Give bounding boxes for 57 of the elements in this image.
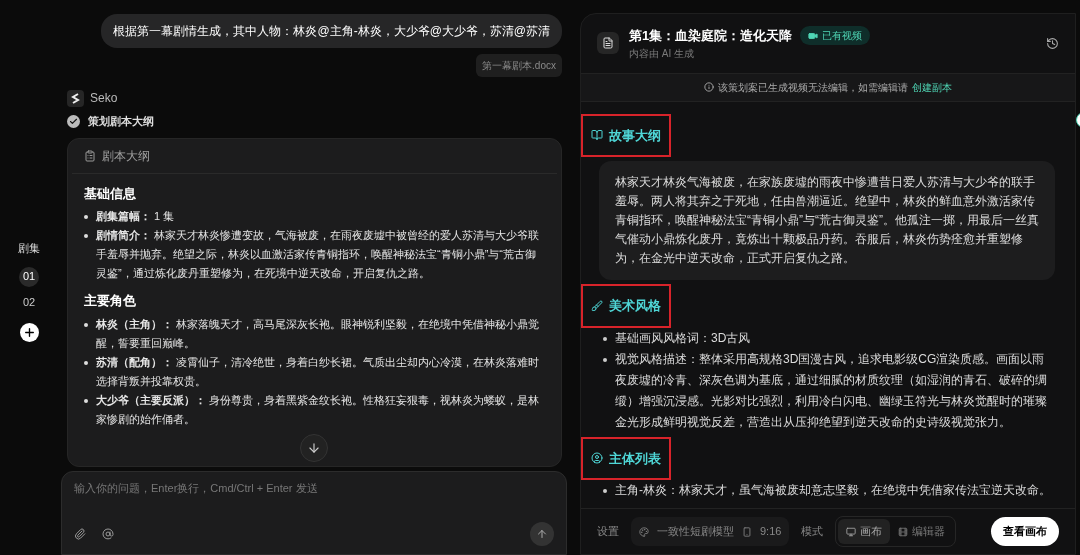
section-heading: 美术风格 bbox=[609, 297, 661, 315]
add-episode-button[interactable] bbox=[19, 322, 39, 342]
model-icon bbox=[639, 526, 649, 537]
section-heading: 主要角色 bbox=[84, 292, 137, 310]
section-heading: 基础信息 bbox=[84, 184, 137, 203]
model-name: 一致性短剧模型 bbox=[657, 524, 734, 540]
section-icon bbox=[591, 299, 603, 312]
sidebar-title: 剧集 bbox=[18, 241, 40, 256]
outline-item: 剧集篇幅： 1 集 bbox=[96, 209, 175, 224]
user-message: 根据第一幕剧情生成，其中人物：林炎@主角-林炎，大少爷@大少爷，苏清@苏清 bbox=[101, 14, 562, 48]
view-canvas-button[interactable]: 查看画布 bbox=[991, 517, 1059, 546]
at-sign-icon[interactable] bbox=[102, 528, 114, 540]
list-item: 主角-林炎：林家天才，虽气海被废却意志坚毅，在绝境中凭借家传法宝逆天改命。 bbox=[615, 482, 1051, 499]
arrow-up-icon bbox=[536, 528, 548, 540]
paperclip-icon[interactable] bbox=[74, 528, 86, 540]
settings-label: 设置 bbox=[597, 524, 619, 540]
assistant-name: Seko bbox=[90, 90, 118, 107]
message-input[interactable]: 输入你的问题，Enter换行，Cmd/Ctrl + Enter 发送 bbox=[61, 471, 567, 555]
section-icon bbox=[591, 129, 603, 142]
section-heading: 主体列表 bbox=[609, 449, 661, 468]
mode-label: 模式 bbox=[801, 524, 824, 540]
summary-text: 林家天才林炎气海被废，在家族废墟的雨夜中惨遭昔日爱人苏清与大少爷的联手羞辱。两人将其弃之于死地，任由兽潮逼近。绝望中，林炎的鲜血意外激活家传青铜指环，唤醒神秘法宝“青铜小鼎”与“荒古御灵鉴”。他孤注一掷，用最后一丝真气催动小鼎炼化废丹，竟炼出十颗极品丹药。吞服后，林炎伤势痊愈并重塑修为，在金光中逆天改命，正式开启复仇之路。 bbox=[599, 161, 1055, 280]
info-icon bbox=[704, 82, 714, 92]
outline-item: 大少爷（主要反派）： 身份尊贵，身着黑紫金纹长袍。性格狂妄狠毒，视林炎为蝼蚁，是林家惨剧的始作俑者。 bbox=[96, 392, 541, 427]
episode-tab[interactable]: 02 bbox=[19, 292, 39, 313]
panel-subtitle: 内容由 AI 生成 bbox=[629, 46, 695, 61]
panel-title: 第1集：血染庭院：造化天降 bbox=[629, 27, 793, 45]
clipboard-icon bbox=[84, 149, 96, 162]
history-icon[interactable] bbox=[1046, 36, 1059, 50]
list-item: 基础画风风格词：3D古风 bbox=[615, 329, 751, 347]
document-icon bbox=[597, 32, 619, 55]
arrow-down-icon bbox=[307, 441, 321, 455]
create-copy-link[interactable]: 创建副本 bbox=[912, 79, 952, 95]
logo-icon bbox=[67, 89, 84, 107]
film-icon bbox=[898, 526, 909, 537]
send-button[interactable] bbox=[530, 522, 554, 546]
notice-text: 该策划案已生成视频无法编辑，如需编辑请 bbox=[718, 80, 908, 95]
episode-tab[interactable]: 01 bbox=[19, 266, 39, 287]
section-heading: 故事大纲 bbox=[609, 126, 661, 145]
outline-item: 苏清（配角）： 凌霄仙子，清冷绝世，身着白纱长裙。气质出尘却内心冷漠，在林炎落难时选择背叛并投靠权贵。 bbox=[96, 354, 541, 389]
mode-tab[interactable]: 画布 bbox=[838, 519, 891, 544]
model-selector[interactable]: 一致性短剧模型 9:16 bbox=[631, 517, 790, 546]
mode-tab[interactable]: 编辑器 bbox=[890, 519, 954, 544]
outline-item: 林炎（主角）： 林家落魄天才，高马尾深灰长袍。眼神锐利坚毅，在绝境中凭借神秘小鼎觉醒，誓要重回巅峰。 bbox=[96, 316, 541, 351]
scroll-down-button[interactable] bbox=[300, 434, 328, 462]
section-icon bbox=[591, 452, 603, 465]
card-title: 剧本大纲 bbox=[102, 147, 150, 165]
plus-icon bbox=[22, 325, 36, 339]
monitor-icon bbox=[846, 526, 857, 537]
video-status-badge: 已有视频 bbox=[800, 26, 871, 46]
input-field[interactable]: 输入你的问题，Enter换行，Cmd/Ctrl + Enter 发送 bbox=[74, 480, 554, 497]
outline-item: 剧情简介： 林家天才林炎惨遭变故，气海被废，在雨夜废墟中被曾经的爱人苏清与大少爷联手羞辱并抛弃。绝望之际，林炎以血激活家传青铜指环，唤醒神秘法宝“青铜小鼎”与“荒古御灵鉴”，通过炼化废丹重塑修为，在死境中逆天改命，开启复仇之路。 bbox=[96, 228, 541, 281]
list-item: 视觉风格描述：整体采用高规格3D国漫古风，追求电影级CG渲染质感。画面以雨夜废墟的冷青、深灰色调为基底，通过细腻的材质纹理（如湿润的青石、破碎的绸缎）增强沉浸感。光影对比强烈，利用冷白闪电、幽绿玉符光与林炎觉醒时的璀璨金光形成鲜明视觉反差，营造出从压抑绝望到逆天改命的史诗级视觉张力。 bbox=[615, 350, 1048, 431]
aspect-ratio: 9:16 bbox=[760, 524, 782, 540]
step-label: 策划剧本大纲 bbox=[88, 114, 154, 129]
phone-icon bbox=[742, 526, 752, 537]
video-camera-icon bbox=[808, 30, 819, 41]
